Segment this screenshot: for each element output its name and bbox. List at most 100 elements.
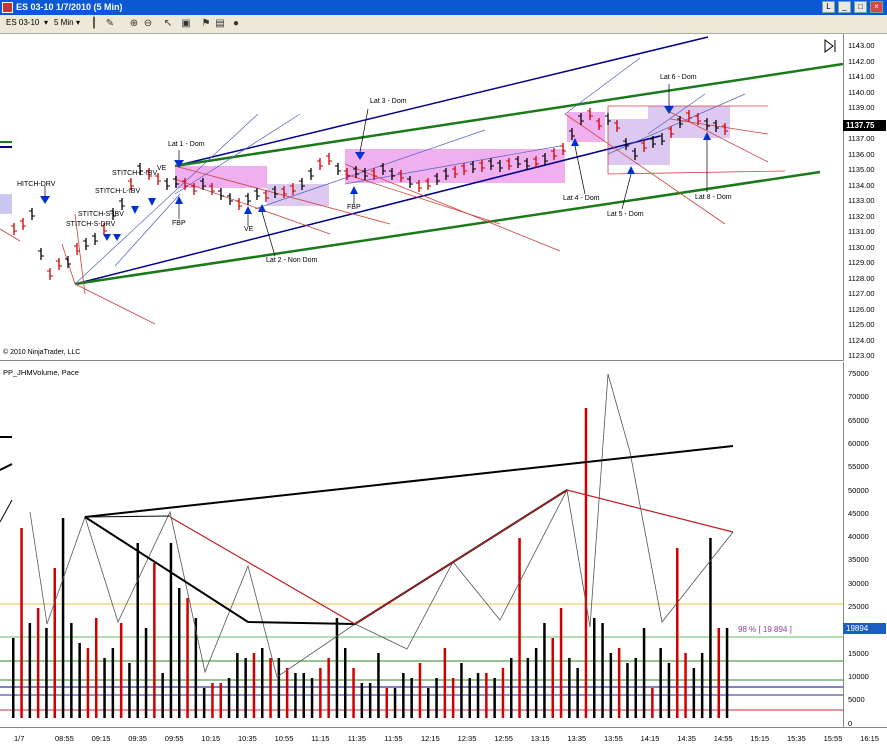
volume-axis-label: 60000	[848, 438, 869, 448]
strategy-icon[interactable]: ⚑	[200, 18, 212, 30]
ohlc-bar	[47, 268, 53, 280]
volume-bar	[684, 653, 687, 718]
volume-axis-label: 50000	[848, 485, 869, 495]
zoom-in-icon[interactable]: ⊕	[128, 18, 140, 30]
annotation-label: Lat 5 - Dom	[607, 211, 644, 218]
dropdown-arrow-icon[interactable]: ▾	[76, 18, 80, 27]
price-axis-label: 1124.00	[848, 335, 875, 345]
annotation-label: Lat 1 - Dom	[168, 141, 205, 148]
volume-axis[interactable]: 75000 70000 65000 60000 55000 50000 45000 40000…	[843, 362, 887, 727]
price-chart-pane[interactable]: HITCH-DRV STITCH-L-IBV STITCH-L-IBV STIT…	[0, 34, 843, 361]
volume-bar	[410, 678, 413, 718]
close-button[interactable]: ×	[870, 1, 883, 13]
volume-bar	[360, 683, 364, 718]
cursor-icon[interactable]: ↖	[162, 18, 174, 30]
volume-bars	[12, 408, 729, 718]
annotation-label: STITCH-L-IBV	[95, 188, 141, 195]
ohlc-bar	[317, 158, 323, 170]
annotation-label: FBP	[172, 220, 186, 227]
volume-bar	[227, 678, 231, 718]
draw-tool-icon[interactable]: ✎	[104, 18, 116, 30]
time-axis-label: 14:35	[677, 734, 696, 743]
volume-bar	[302, 673, 305, 718]
ohlc-bar	[245, 193, 251, 205]
volume-bar	[186, 598, 189, 718]
price-axis-label: 1143.00	[848, 41, 875, 50]
volume-axis-label: 75000	[848, 369, 869, 378]
price-axis-label: 1140.00	[848, 87, 875, 97]
annotation-label: Lat 4 - Dom	[563, 195, 600, 202]
volume-bar	[36, 608, 40, 718]
price-axis-label: 1137.00	[848, 134, 875, 143]
price-axis-label: 1135.00	[848, 165, 875, 174]
data-box-icon[interactable]: ●	[230, 18, 242, 30]
volume-bar	[700, 653, 704, 718]
ohlc-bar	[11, 223, 17, 235]
time-axis-label: 10:15	[201, 734, 221, 743]
volume-bar	[393, 688, 397, 718]
volume-bar	[244, 658, 247, 718]
time-axis-label: 10:55	[274, 734, 294, 743]
properties-icon[interactable]: ▣	[180, 18, 192, 30]
volume-bar	[534, 648, 538, 718]
arrow-icon	[131, 206, 139, 214]
arrow-icon	[258, 204, 266, 212]
volume-bar	[526, 658, 530, 718]
toolbar: ES 03-10 ▾ 5 Min ▾ ┃ ✎ ⊕ ⊖ ↖ ▣ ⚑ ▤ ●	[0, 15, 887, 34]
annotation-label: VE	[244, 226, 254, 233]
volume-axis-label: 5000	[848, 695, 865, 705]
zone-0	[0, 194, 12, 214]
volume-bar	[634, 658, 637, 718]
ohlc-bar	[29, 208, 35, 220]
volume-axis-label: 45000	[848, 508, 869, 518]
ohlc-bar	[83, 238, 89, 250]
pace-label: 98 % [ 19 894 ]	[738, 625, 792, 634]
price-axis[interactable]: 1143.001142.001141.001140.001139.001138.…	[843, 34, 887, 361]
volume-bar	[136, 543, 139, 718]
annotation-label: STITCH-L-IBV	[112, 170, 158, 177]
copyright-label: © 2010 NinjaTrader, LLC	[3, 349, 81, 356]
time-axis-label: 14:55	[713, 734, 733, 743]
arrow-icon	[103, 234, 111, 241]
time-axis[interactable]: 1/7 08:55 09:15 09:35 09:55 10:15 10:35 10:55 11…	[0, 727, 887, 751]
price-axis-label: 1131.00	[848, 227, 875, 236]
volume-bar	[335, 618, 339, 718]
annotation-label: Lat 6 - Dom	[660, 74, 697, 81]
volume-bar	[327, 658, 330, 718]
volume-bar	[667, 663, 671, 718]
maximize-button[interactable]: □	[854, 1, 867, 13]
minimize-button[interactable]: _	[838, 1, 851, 13]
volume-bar	[95, 618, 98, 718]
price-axis-label: 1136.00	[848, 149, 875, 159]
instrument-selector[interactable]: ES 03-10	[6, 18, 39, 27]
dropdown-arrow-icon[interactable]: ▾	[44, 18, 48, 27]
time-axis-label: 15:55	[823, 734, 843, 743]
ohlc-bar	[92, 233, 98, 245]
volume-axis-label: 65000	[848, 415, 869, 425]
time-axis-label: 14:15	[640, 734, 660, 743]
volume-pane[interactable]: PP_JHMVolume, Pace 98 % [ 19 894 ]	[0, 362, 843, 726]
price-axis-label: 1134.00	[848, 180, 875, 190]
indicator-icon[interactable]: ▤	[214, 18, 226, 30]
volume-bar	[211, 683, 214, 718]
interval-selector[interactable]: 5 Min	[54, 18, 74, 27]
price-axis-label: 1142.00	[848, 56, 875, 66]
zoom-out-icon[interactable]: ⊖	[142, 18, 154, 30]
volume-bar	[45, 628, 48, 718]
volume-bar	[576, 668, 579, 718]
ohlc-bar	[335, 163, 341, 175]
app-icon	[2, 2, 13, 13]
zone-1	[175, 166, 267, 188]
link-button[interactable]: L	[822, 1, 835, 13]
current-price-badge: 1137.75	[843, 120, 886, 131]
volume-axis-label: 30000	[848, 578, 869, 588]
volume-bar	[402, 673, 405, 718]
volume-bar	[294, 673, 297, 718]
volume-bar	[501, 668, 505, 718]
volume-bar	[352, 668, 355, 718]
bar-type-icon[interactable]: ┃	[88, 18, 100, 30]
volume-bar	[609, 653, 613, 718]
volume-bar	[568, 658, 571, 718]
time-axis-label: 11:55	[384, 734, 403, 743]
volume-bar	[676, 548, 679, 718]
